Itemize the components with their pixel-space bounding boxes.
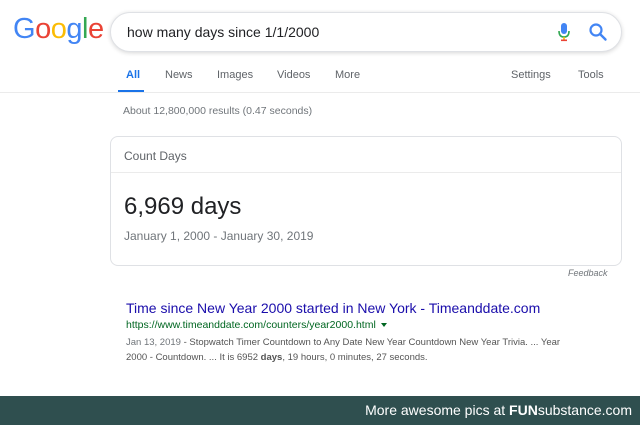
url-dropdown-icon[interactable] bbox=[380, 323, 387, 328]
result-url[interactable]: https://www.timeanddate.com/counters/yea… bbox=[126, 319, 376, 331]
search-icon[interactable] bbox=[588, 22, 608, 42]
result-title-link[interactable]: Time since New Year 2000 started in New … bbox=[126, 300, 540, 316]
page: Google how many days since 1/1/2000 All … bbox=[0, 0, 640, 425]
search-tabs: All News Images Videos More Settings Too… bbox=[0, 68, 640, 93]
logo-letter: e bbox=[87, 13, 104, 45]
watermark-suffix: .com bbox=[601, 402, 632, 418]
snippet-text-2: 2000 - Countdown. ... It is 6952 bbox=[126, 352, 261, 363]
tab-news[interactable]: News bbox=[165, 68, 193, 82]
card-divider bbox=[111, 172, 621, 173]
tab-more[interactable]: More bbox=[335, 68, 360, 82]
result-snippet: Jan 13, 2019 - Stopwatch Timer Countdown… bbox=[126, 335, 606, 365]
logo-letter: g bbox=[66, 13, 82, 45]
tab-tools[interactable]: Tools bbox=[578, 68, 604, 82]
watermark-prefix: More awesome pics at bbox=[365, 402, 510, 418]
count-days-card: Count Days 6,969 days January 1, 2000 - … bbox=[110, 136, 622, 266]
logo-letter: G bbox=[13, 13, 36, 45]
microphone-icon[interactable] bbox=[557, 22, 571, 42]
logo-letter: o bbox=[50, 13, 67, 45]
tab-videos[interactable]: Videos bbox=[277, 68, 310, 82]
card-date-range: January 1, 2000 - January 30, 2019 bbox=[124, 229, 314, 243]
snippet-text-3: , 19 hours, 0 minutes, 27 seconds. bbox=[282, 352, 428, 363]
search-box[interactable]: how many days since 1/1/2000 bbox=[110, 12, 622, 52]
tab-images[interactable]: Images bbox=[217, 68, 253, 82]
snippet-highlight: days bbox=[260, 352, 283, 363]
logo-letter: o bbox=[35, 13, 51, 45]
watermark-brand: substance bbox=[537, 402, 602, 418]
tab-settings[interactable]: Settings bbox=[511, 68, 551, 82]
card-value: 6,969 days bbox=[124, 193, 242, 220]
google-logo[interactable]: Google bbox=[13, 12, 104, 46]
result-url-row: https://www.timeanddate.com/counters/yea… bbox=[126, 319, 387, 331]
card-title: Count Days bbox=[124, 149, 187, 163]
snippet-date: Jan 13, 2019 bbox=[126, 337, 181, 348]
result-stats: About 12,800,000 results (0.47 seconds) bbox=[123, 105, 313, 117]
watermark-text: More awesome pics at FUNsubstance.com bbox=[365, 402, 632, 418]
snippet-text-1: - Stopwatch Timer Countdown to Any Date … bbox=[180, 337, 561, 348]
watermark-banner: More awesome pics at FUNsubstance.com bbox=[0, 396, 640, 425]
search-input[interactable]: how many days since 1/1/2000 bbox=[127, 13, 319, 51]
feedback-link[interactable]: Feedback bbox=[568, 268, 608, 278]
tab-all[interactable]: All bbox=[126, 68, 140, 82]
watermark-brand-bold: FUN bbox=[509, 402, 538, 418]
tabs-divider bbox=[0, 92, 640, 93]
